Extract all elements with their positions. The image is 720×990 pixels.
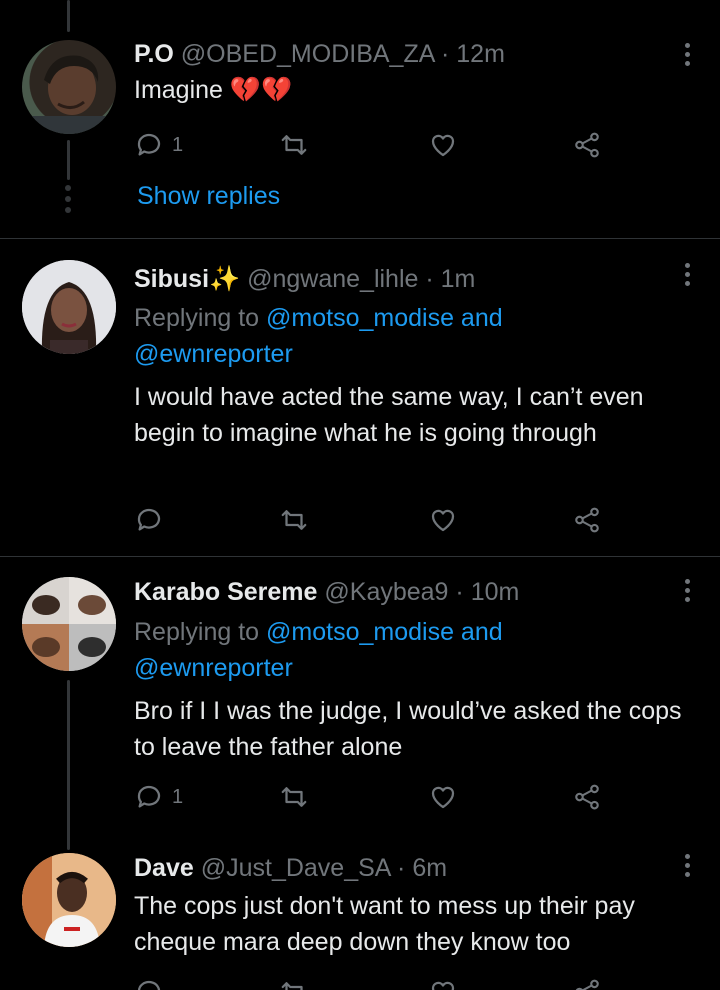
share-icon	[575, 132, 599, 158]
timestamp[interactable]: · 1m	[425, 265, 475, 293]
tweet-actions	[134, 972, 614, 990]
tweet-actions	[134, 500, 614, 540]
reply-icon	[137, 980, 161, 990]
reply-icon	[137, 785, 161, 808]
reply-button[interactable]	[134, 972, 172, 990]
retweet-icon	[281, 787, 307, 807]
avatar-image	[22, 577, 116, 671]
tweet-text: Bro if I I was the judge, I would’ve ask…	[134, 697, 682, 761]
avatar[interactable]	[22, 853, 116, 947]
heart-icon	[431, 981, 455, 990]
retweet-icon	[281, 982, 303, 990]
replying-to-label: Replying to	[134, 304, 260, 332]
share-icon	[575, 507, 599, 533]
mention-link[interactable]: @motso_modise and	[266, 304, 503, 332]
more-options-icon[interactable]	[680, 37, 694, 71]
tweet-header: Sibusi✨ @ngwane_lihle · 1m	[134, 262, 475, 296]
replying-to: Replying to @motso_modise and @ewnreport…	[134, 300, 503, 372]
retweet-button[interactable]	[279, 500, 309, 540]
tweet-header: Dave @Just_Dave_SA · 6m	[134, 851, 447, 885]
share-icon	[575, 979, 599, 990]
tweet-text: Imagine 💔💔	[134, 76, 293, 104]
reply-button[interactable]	[134, 500, 172, 540]
more-options-icon[interactable]	[680, 848, 694, 882]
user-handle[interactable]: @ngwane_lihle	[247, 265, 418, 293]
thread-line	[67, 0, 70, 32]
display-name[interactable]: Karabo Sereme	[134, 578, 317, 606]
retweet-button[interactable]	[279, 125, 309, 165]
avatar[interactable]	[22, 577, 116, 671]
heart-icon	[431, 134, 455, 157]
retweet-button[interactable]	[279, 777, 309, 817]
like-button[interactable]	[428, 777, 458, 817]
share-icon	[575, 784, 599, 810]
share-button[interactable]	[572, 125, 602, 165]
retweet-button[interactable]	[279, 972, 309, 990]
mention-link[interactable]: @motso_modise and	[266, 618, 503, 646]
reply-count: 1	[172, 133, 184, 156]
retweet-icon	[281, 510, 307, 530]
user-handle[interactable]: @Just_Dave_SA	[201, 854, 390, 882]
reply-count: 1	[172, 785, 184, 808]
tweet-actions: 1	[134, 125, 614, 165]
more-options-icon[interactable]	[680, 573, 694, 607]
thread-collapsed-dots	[65, 185, 72, 213]
share-button[interactable]	[572, 972, 602, 990]
heart-icon	[431, 786, 455, 809]
avatar[interactable]	[22, 40, 116, 134]
thread-line	[67, 680, 70, 850]
share-button[interactable]	[572, 500, 602, 540]
replying-to: Replying to @motso_modise and @ewnreport…	[134, 614, 503, 686]
share-button[interactable]	[572, 777, 602, 817]
replying-to-label: Replying to	[134, 618, 260, 646]
tweet-header: Karabo Sereme @Kaybea9 · 10m	[134, 575, 519, 609]
tweet-text: I would have acted the same way, I can’t…	[134, 383, 644, 447]
display-name[interactable]: Sibusi✨	[134, 265, 240, 293]
reply-icon	[137, 133, 161, 156]
tweet-text: The cops just don't want to mess up thei…	[134, 892, 635, 956]
avatar[interactable]	[22, 260, 116, 354]
mention-link[interactable]: @ewnreporter	[134, 654, 293, 682]
heart-icon	[431, 509, 455, 532]
retweet-icon	[281, 135, 307, 155]
tweet-actions: 1	[134, 777, 614, 817]
thread-line	[67, 140, 70, 180]
avatar-image	[22, 55, 116, 134]
timestamp[interactable]: · 12m	[441, 40, 505, 68]
tweet-header: P.O @OBED_MODIBA_ZA · 12m	[134, 37, 505, 71]
reply-icon	[137, 508, 161, 531]
show-replies-link[interactable]: Show replies	[137, 182, 280, 211]
divider	[0, 238, 720, 239]
like-button[interactable]	[428, 972, 458, 990]
more-options-icon[interactable]	[680, 257, 694, 291]
user-handle[interactable]: @OBED_MODIBA_ZA	[181, 40, 434, 68]
avatar-image	[22, 853, 116, 947]
reply-button[interactable]: 1	[134, 777, 183, 817]
like-button[interactable]	[428, 500, 458, 540]
timestamp[interactable]: · 10m	[455, 578, 519, 606]
timestamp[interactable]: · 6m	[397, 854, 447, 882]
divider	[0, 556, 720, 557]
display-name[interactable]: P.O	[134, 40, 174, 68]
mention-link[interactable]: @ewnreporter	[134, 340, 293, 368]
like-button[interactable]	[428, 125, 458, 165]
avatar-image	[22, 260, 116, 354]
user-handle[interactable]: @Kaybea9	[324, 578, 448, 606]
reply-button[interactable]: 1	[134, 125, 183, 165]
display-name[interactable]: Dave	[134, 854, 194, 882]
